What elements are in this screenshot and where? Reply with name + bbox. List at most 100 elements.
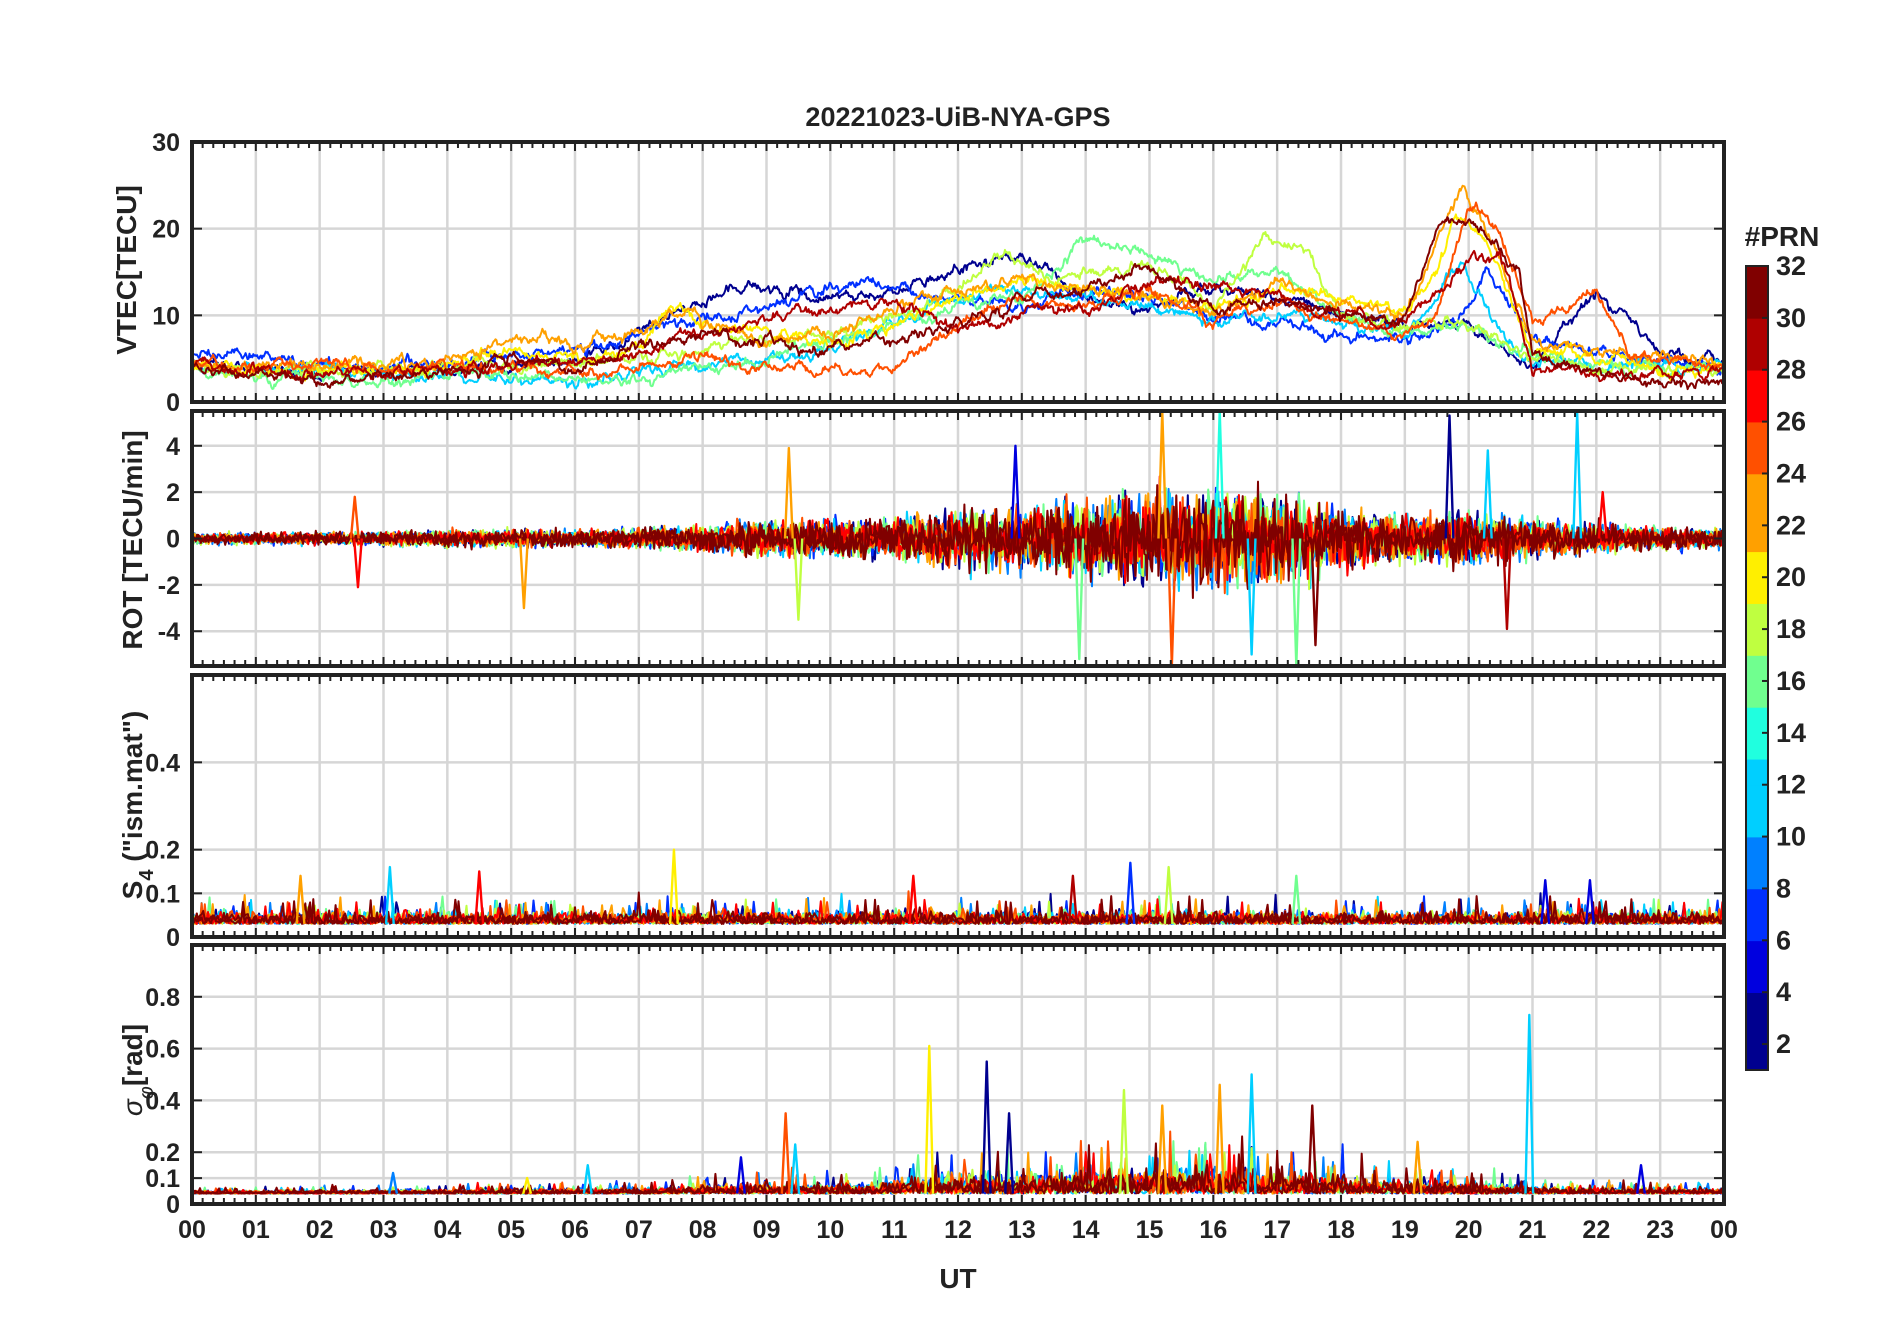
y-tick-label: -2 [158, 572, 180, 600]
colorbar-tick-label: 4 [1776, 977, 1791, 1007]
x-tick-label: 05 [497, 1216, 525, 1244]
colorbar-tick-label: 26 [1776, 407, 1806, 437]
colorbar-segment [1746, 266, 1768, 293]
colorbar-segment [1746, 940, 1768, 968]
colorbar-tick-label: 20 [1776, 562, 1806, 592]
s4-grid [192, 675, 1724, 937]
x-tick-label: 00 [178, 1216, 206, 1244]
colorbar-tick-label: 30 [1776, 303, 1806, 333]
x-tick-label: 16 [1199, 1216, 1227, 1244]
y-tick-label: 0.2 [145, 837, 180, 865]
colorbar-tick-label: 22 [1776, 510, 1806, 540]
colorbar-segment [1746, 343, 1768, 371]
y-tick-label: 0.6 [145, 1036, 180, 1064]
spike-0-prn-26 [352, 538, 363, 589]
y-tick-label: 0.1 [145, 880, 180, 908]
figure-canvas: 20221023-UiB-NYA-GPS 0102030 -4-2024 00.… [111, 102, 1820, 1294]
y-tick-label: 0.2 [145, 1139, 180, 1167]
x-tick-label: 09 [753, 1216, 781, 1244]
colorbar-tick-label: 10 [1776, 822, 1806, 852]
x-tick-label: 10 [816, 1216, 844, 1244]
x-tick-label: 12 [944, 1216, 972, 1244]
x-tick-label: 02 [306, 1216, 334, 1244]
x-tick-label: 03 [370, 1216, 398, 1244]
x-tick-label: 13 [1008, 1216, 1036, 1244]
colorbar-segment [1746, 395, 1768, 423]
colorbar-segment [1746, 758, 1768, 786]
y-tick-label: 0 [166, 526, 180, 554]
panel-rot: -4 -2 0 2 4 [158, 409, 1726, 668]
y-tick-label: -4 [158, 618, 180, 646]
spike-7-prn-3 [981, 1060, 992, 1194]
y-tick-label: 0.8 [145, 984, 180, 1012]
spike-16-prn-12 [1572, 412, 1583, 539]
x-tick-label: 21 [1519, 1216, 1547, 1244]
colorbar-segment [1746, 836, 1768, 864]
x-tick-label: 00 [1710, 1216, 1738, 1244]
x-tick-label: 08 [689, 1216, 717, 1244]
colorbar-segment [1746, 732, 1768, 760]
s4-y-axis-label: S4 ("ism.mat") [117, 711, 158, 900]
x-tick-label: 20 [1455, 1216, 1483, 1244]
x-tick-label: 15 [1136, 1216, 1164, 1244]
spike-4-prn-24 [780, 1112, 791, 1194]
colorbar-tick-label: 12 [1776, 770, 1806, 800]
x-tick-label: 01 [242, 1216, 270, 1244]
colorbar-segment [1746, 551, 1768, 579]
x-tick-label: 17 [1263, 1216, 1291, 1244]
y-tick-label: 10 [152, 302, 180, 330]
colorbar-segment [1746, 291, 1768, 319]
vtec-y-axis-label: VTEC[TECU] [111, 185, 142, 355]
colorbar-tick-label: 18 [1776, 614, 1806, 644]
x-tick-label: 07 [625, 1216, 653, 1244]
y-tick-label: 0.1 [145, 1165, 180, 1193]
colorbar-tick-label: 24 [1776, 458, 1806, 488]
sigma-phi-grid [192, 945, 1724, 1204]
y-tick-label: 4 [166, 433, 180, 461]
colorbar-tick-label: 32 [1776, 251, 1806, 281]
y-tick-label: 0 [166, 924, 180, 952]
panel-vtec: 0 10 20 30 [152, 129, 1726, 417]
colorbar-segment [1746, 680, 1768, 708]
colorbar-title: #PRN [1745, 221, 1820, 252]
colorbar-tick-label: 6 [1776, 925, 1791, 955]
y-tick-label: 0 [166, 1191, 180, 1219]
x-tick-label: 04 [433, 1216, 461, 1244]
spike-6-prn-20 [924, 1044, 935, 1194]
panel-s4: 0 0.1 0.2 0.4 [145, 673, 1726, 952]
colorbar-segment [1746, 1044, 1768, 1071]
x-tick-label: 14 [1072, 1216, 1100, 1244]
spike-1-prn-10 [384, 865, 395, 924]
colorbar-tick-label: 28 [1776, 355, 1806, 385]
y-tick-label: 2 [166, 479, 180, 507]
x-axis-label: UT [939, 1263, 976, 1294]
y-tick-label: 20 [152, 216, 180, 244]
colorbar-tick-label: 8 [1776, 873, 1791, 903]
x-axis-tick-labels: 00 01 02 03 04 05 06 07 08 09 10 11 12 13 14 15 16 17 18 19… [178, 1216, 1738, 1244]
colorbar-tick-label: 2 [1776, 1029, 1791, 1059]
colorbar-segment [1746, 888, 1768, 916]
colorbar-segment [1746, 473, 1768, 501]
colorbar-tick-label: 16 [1776, 666, 1806, 696]
colorbar-segment [1746, 655, 1768, 682]
colorbar-segment [1746, 992, 1768, 1019]
colorbar-segment [1746, 914, 1768, 942]
y-tick-label: 30 [152, 129, 180, 157]
panel-sigma-phi: 00.10.20.40.60.8 [145, 943, 1726, 1219]
y-tick-label: 0 [166, 389, 180, 417]
spike-2-prn-23 [518, 538, 529, 610]
x-tick-label: 22 [1582, 1216, 1610, 1244]
colorbar-tick-label: 14 [1776, 718, 1806, 748]
x-tick-label: 18 [1327, 1216, 1355, 1244]
colorbar-segment [1746, 629, 1768, 656]
colorbar-segment [1746, 810, 1768, 838]
colorbar-segment [1746, 525, 1768, 553]
chart-title: 20221023-UiB-NYA-GPS [805, 102, 1110, 132]
spike-3-prn-20 [668, 848, 679, 924]
colorbar-segment [1746, 966, 1768, 993]
y-axis-labels: VTEC[TECU] ROT [TECU/min] S4 ("ism.mat")… [111, 185, 158, 1116]
x-tick-label: 19 [1391, 1216, 1419, 1244]
colorbar-segment [1746, 706, 1768, 734]
x-tick-label: 06 [561, 1216, 589, 1244]
colorbar-gradient [1745, 265, 1769, 1071]
